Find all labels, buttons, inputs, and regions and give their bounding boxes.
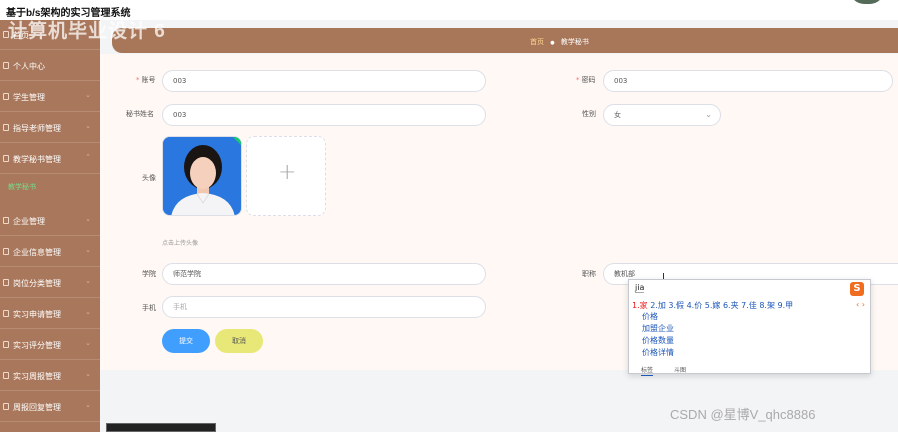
chevron-down-icon: ⌄ xyxy=(85,277,91,285)
user-icon xyxy=(3,62,9,69)
avatar-label: 头像 xyxy=(142,174,156,182)
chevron-down-icon: ⌄ xyxy=(85,401,91,409)
ime-tabs: 标签 斗图 xyxy=(629,364,870,376)
ime-tab-tags[interactable]: 标签 xyxy=(641,365,654,376)
chevron-down-icon: ⌄ xyxy=(85,91,91,99)
ime-candidate[interactable]: 5.嫁 xyxy=(705,301,721,310)
sidebar-subitem-secretary[interactable]: 教学秘书 xyxy=(0,175,100,205)
account-label: * 账号 xyxy=(136,76,156,84)
upload-tip: 点击上传头像 xyxy=(162,240,199,247)
menu-icon xyxy=(3,372,9,379)
ime-candidate-popup[interactable]: jia S 1.家 2.加 3.假 4.价 5.嫁 6.夹 7.佳 8.架 9.… xyxy=(628,279,871,376)
user-avatar[interactable] xyxy=(850,0,884,4)
menu-icon xyxy=(3,93,9,100)
plus-icon: + xyxy=(278,160,297,185)
ime-page-nav-icon[interactable]: ‹ › xyxy=(856,300,865,309)
menu-icon xyxy=(3,248,9,255)
chevron-down-icon: ⌄ xyxy=(85,339,91,347)
name-field[interactable]: 003 xyxy=(162,104,486,126)
menu-icon xyxy=(3,279,9,286)
avatar-upload-button[interactable]: + xyxy=(246,136,326,216)
sidebar-item-applications[interactable]: 实习申请管理 ⌄ xyxy=(0,299,100,329)
ime-candidate[interactable]: 1.家 xyxy=(632,301,648,310)
ime-candidate[interactable]: 8.架 xyxy=(759,301,775,310)
ime-candidate[interactable]: 6.夹 xyxy=(723,301,739,310)
chevron-down-icon: ⌄ xyxy=(85,215,91,223)
ime-candidate[interactable]: 2.加 xyxy=(650,301,666,310)
phone-field[interactable]: 手机 xyxy=(162,296,486,318)
breadcrumb-separator: ● xyxy=(550,40,555,46)
sogou-logo-icon: S xyxy=(850,282,864,296)
avatar-photo[interactable] xyxy=(162,136,242,216)
watermark-title: 计算机毕业设计 6 xyxy=(8,21,166,42)
menu-icon xyxy=(3,155,9,162)
name-label: 秘书姓名 xyxy=(126,110,154,118)
main-area: 首页 ● 教学秘书 * 账号 003 * 密码 003 秘书姓名 003 性别 女 ⌄… xyxy=(100,20,898,432)
chevron-down-icon: ⌄ xyxy=(85,370,91,378)
csdn-watermark: CSDN @星博V_qhc8886 xyxy=(670,407,816,422)
ime-candidate[interactable]: 7.佳 xyxy=(741,301,757,310)
title-label: 职称 xyxy=(582,270,596,278)
phone-label: 手机 xyxy=(142,304,156,312)
sidebar-item-companies[interactable]: 企业管理 ⌄ xyxy=(0,206,100,236)
sidebar-item-secretaries[interactable]: 教学秘书管理 ⌃ xyxy=(0,144,100,174)
sidebar-item-teachers[interactable]: 指导老师管理 ⌄ xyxy=(0,113,100,143)
gender-label: 性别 xyxy=(582,110,596,118)
gender-select[interactable]: 女 ⌄ xyxy=(603,104,721,126)
menu-icon xyxy=(3,310,9,317)
ime-suggestion[interactable]: 加盟企业 xyxy=(642,323,674,334)
menu-icon xyxy=(3,341,9,348)
ime-candidates: 1.家 2.加 3.假 4.价 5.嫁 6.夹 7.佳 8.架 9.甲 xyxy=(632,300,793,311)
menu-icon xyxy=(3,124,9,131)
chevron-down-icon: ⌄ xyxy=(85,308,91,316)
chevron-down-icon: ⌄ xyxy=(85,246,91,254)
ime-candidate[interactable]: 9.甲 xyxy=(778,301,794,310)
ime-candidate[interactable]: 4.价 xyxy=(687,301,703,310)
chevron-up-icon: ⌃ xyxy=(85,153,91,161)
ime-suggestion[interactable]: 价格详情 xyxy=(642,347,674,358)
chevron-down-icon: ⌄ xyxy=(705,110,712,119)
ime-tab-stickers[interactable]: 斗图 xyxy=(674,365,686,374)
sidebar-item-students[interactable]: 学生管理 ⌄ xyxy=(0,82,100,112)
sidebar: 首页 个人中心 学生管理 ⌄ 指导老师管理 ⌄ 教学秘书管理 ⌃ 教学秘书 企业管理 ⌄… xyxy=(0,20,100,432)
menu-icon xyxy=(3,217,9,224)
sidebar-item-profile[interactable]: 个人中心 xyxy=(0,51,100,81)
breadcrumb: 首页 ● 教学秘书 xyxy=(112,28,898,53)
breadcrumb-current: 教学秘书 xyxy=(560,38,589,46)
sidebar-item-scores[interactable]: 实习评分管理 ⌄ xyxy=(0,330,100,360)
ime-candidate[interactable]: 3.假 xyxy=(668,301,684,310)
ime-suggestion[interactable]: 价格数量 xyxy=(642,335,674,346)
chevron-down-icon: ⌄ xyxy=(85,122,91,130)
submit-button[interactable]: 提交 xyxy=(162,329,210,353)
college-label: 学院 xyxy=(142,270,156,278)
sidebar-item-company-info[interactable]: 企业信息管理 ⌄ xyxy=(0,237,100,267)
password-field[interactable]: 003 xyxy=(603,70,893,92)
breadcrumb-home[interactable]: 首页 xyxy=(530,38,544,46)
ime-pinyin-input: jia xyxy=(635,283,645,293)
cancel-button[interactable]: 取消 xyxy=(215,329,263,353)
sidebar-item-weekly-reports[interactable]: 实习周报管理 ⌄ xyxy=(0,361,100,391)
college-field[interactable]: 师范学院 xyxy=(162,263,486,285)
sidebar-item-positions[interactable]: 岗位分类管理 ⌄ xyxy=(0,268,100,298)
account-field[interactable]: 003 xyxy=(162,70,486,92)
menu-icon xyxy=(3,403,9,410)
taskbar-thumbnail xyxy=(106,423,216,432)
password-label: * 密码 xyxy=(576,76,596,84)
sidebar-item-report-replies[interactable]: 周报回复管理 ⌄ xyxy=(0,392,100,422)
ime-suggestion[interactable]: 价格 xyxy=(642,311,658,322)
